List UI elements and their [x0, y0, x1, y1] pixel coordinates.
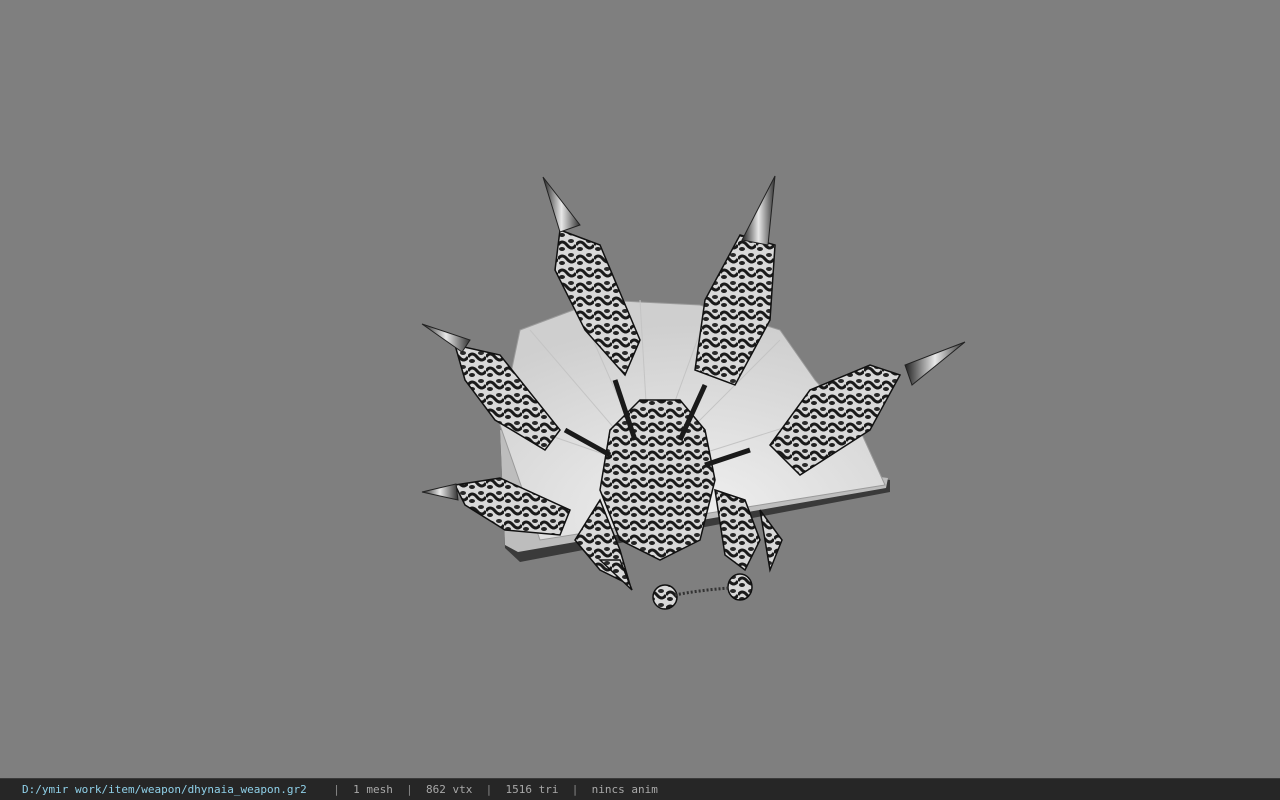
- mesh-count-label: 1 mesh: [353, 783, 393, 796]
- weapon-model-preview: [421, 175, 966, 610]
- separator: |: [571, 783, 579, 796]
- file-path-label: D:/ymir work/item/weapon/dhynaia_weapon.…: [22, 783, 307, 796]
- separator: |: [406, 783, 413, 796]
- animation-status-label: nincs anim: [591, 783, 658, 796]
- 3d-viewport[interactable]: [0, 0, 1280, 778]
- separator: |: [485, 783, 493, 796]
- status-bar: D:/ymir work/item/weapon/dhynaia_weapon.…: [0, 778, 1280, 800]
- separator: |: [333, 783, 340, 796]
- triangle-count-label: 1516 tri: [505, 783, 559, 796]
- vertex-count-label: 862 vtx: [426, 783, 473, 796]
